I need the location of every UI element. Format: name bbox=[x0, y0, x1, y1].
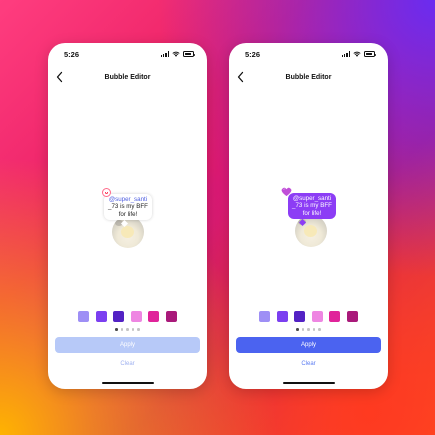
battery-icon bbox=[183, 51, 195, 57]
color-swatch[interactable] bbox=[148, 311, 160, 322]
color-swatch[interactable] bbox=[276, 311, 288, 322]
page-dot bbox=[301, 328, 305, 331]
smiley-icon bbox=[102, 188, 111, 197]
color-swatch[interactable] bbox=[311, 311, 323, 322]
profile-photo bbox=[112, 216, 144, 248]
color-swatch[interactable] bbox=[113, 311, 125, 322]
status-icons bbox=[160, 51, 195, 57]
page-title: Bubble Editor bbox=[104, 73, 151, 81]
chat-bubble-sticker[interactable]: @super_santi _73 is my BFF for life! bbox=[102, 188, 152, 250]
bubble-message: _73 is my BFF for life! bbox=[108, 203, 148, 218]
page-title: Bubble Editor bbox=[285, 73, 332, 81]
status-icons bbox=[341, 51, 376, 57]
page-dot bbox=[126, 328, 129, 331]
chevron-left-icon[interactable] bbox=[236, 71, 246, 83]
speech-bubble[interactable]: @super_santi _73 is my BFF for life! bbox=[104, 194, 152, 221]
page-dot bbox=[318, 328, 321, 331]
page-indicator bbox=[229, 328, 388, 331]
nav-bar: Bubble Editor bbox=[48, 70, 207, 84]
cellular-signal-icon bbox=[341, 51, 350, 57]
page-dot bbox=[137, 328, 140, 331]
wifi-icon bbox=[353, 51, 361, 57]
wifi-icon bbox=[172, 51, 180, 57]
bubble-handle: @super_santi bbox=[292, 195, 332, 202]
battery-icon bbox=[364, 51, 376, 57]
phone-screen-left: 5:26 Bubble Editor @super_santi _73 is m… bbox=[48, 43, 207, 389]
heart-icon bbox=[281, 187, 292, 197]
chat-bubble-sticker[interactable]: @super_santi _73 is my BFF for life! bbox=[281, 187, 341, 249]
speech-bubble[interactable]: @super_santi _73 is my BFF for life! bbox=[288, 193, 336, 220]
color-swatch[interactable] bbox=[346, 311, 358, 322]
color-swatch[interactable] bbox=[259, 311, 271, 322]
home-indicator bbox=[101, 382, 154, 384]
status-time: 5:26 bbox=[64, 49, 80, 59]
color-swatch-row bbox=[48, 311, 207, 322]
color-swatch[interactable] bbox=[130, 311, 142, 322]
page-dot bbox=[120, 328, 124, 331]
page-dot bbox=[307, 328, 310, 331]
nav-bar: Bubble Editor bbox=[229, 70, 388, 84]
home-indicator bbox=[282, 382, 335, 384]
apply-button[interactable]: Apply bbox=[236, 337, 381, 353]
clear-button[interactable]: Clear bbox=[48, 361, 207, 367]
color-swatch[interactable] bbox=[329, 311, 341, 322]
chevron-left-icon[interactable] bbox=[55, 71, 65, 83]
status-time: 5:26 bbox=[245, 49, 261, 59]
clear-button[interactable]: Clear bbox=[229, 361, 388, 367]
color-swatch-row bbox=[229, 311, 388, 322]
apply-button[interactable]: Apply bbox=[55, 337, 200, 353]
page-indicator bbox=[48, 328, 207, 331]
page-dot bbox=[131, 328, 135, 331]
page-dot bbox=[115, 328, 118, 331]
status-bar: 5:26 bbox=[229, 43, 388, 65]
cellular-signal-icon bbox=[160, 51, 169, 57]
color-swatch[interactable] bbox=[165, 311, 177, 322]
phone-screen-right: 5:26 Bubble Editor @super_santi _73 is m… bbox=[229, 43, 388, 389]
page-dot bbox=[296, 328, 299, 331]
bubble-handle: @super_santi bbox=[108, 196, 148, 203]
status-bar: 5:26 bbox=[48, 43, 207, 65]
color-swatch[interactable] bbox=[294, 311, 306, 322]
color-swatch[interactable] bbox=[78, 311, 90, 322]
color-swatch[interactable] bbox=[95, 311, 107, 322]
page-dot bbox=[312, 328, 316, 331]
bubble-message: _73 is my BFF for life! bbox=[292, 202, 332, 217]
